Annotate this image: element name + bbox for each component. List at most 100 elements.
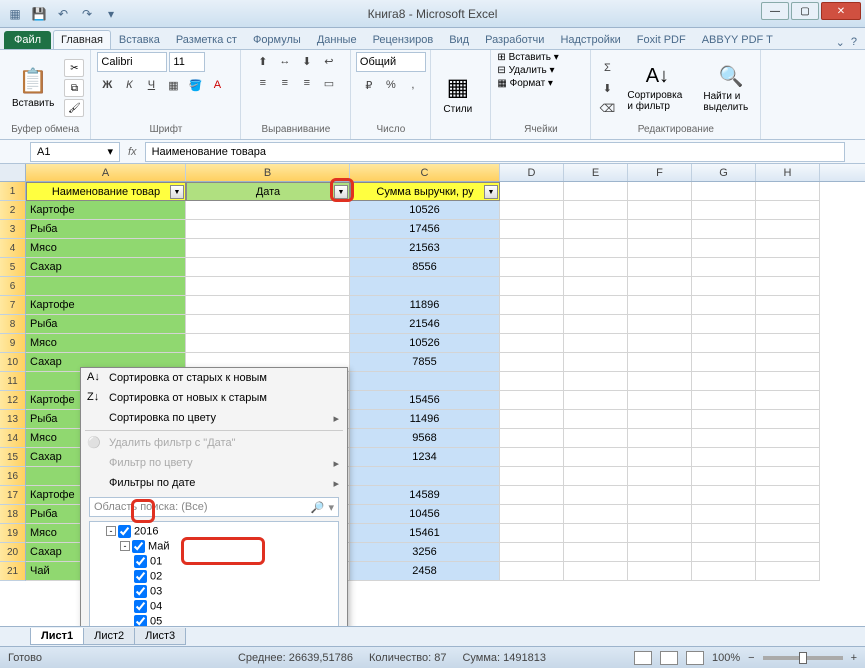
cell[interactable] xyxy=(564,334,628,353)
page-break-view-icon[interactable] xyxy=(686,651,704,665)
cell-c[interactable]: 14589 xyxy=(350,486,500,505)
cell-c[interactable] xyxy=(350,467,500,486)
cell[interactable] xyxy=(756,410,820,429)
save-icon[interactable]: 💾 xyxy=(28,3,50,25)
filter-button-a[interactable]: ▼ xyxy=(170,185,184,199)
cell[interactable] xyxy=(756,353,820,372)
tree-year[interactable]: -2016 xyxy=(92,524,336,539)
cell[interactable] xyxy=(628,524,692,543)
cell-c[interactable]: 15456 xyxy=(350,391,500,410)
wrap-icon[interactable]: ↩ xyxy=(319,52,339,70)
align-middle-icon[interactable]: ↔ xyxy=(275,52,295,70)
day-checkbox[interactable] xyxy=(134,555,147,568)
cell[interactable] xyxy=(500,410,564,429)
cell-c[interactable] xyxy=(350,372,500,391)
column-header-C[interactable]: C xyxy=(350,164,500,181)
fill-color-icon[interactable]: 🪣 xyxy=(185,76,205,94)
cell-a[interactable]: Рыба xyxy=(26,315,186,334)
day-checkbox[interactable] xyxy=(134,600,147,613)
cell[interactable] xyxy=(564,391,628,410)
cell[interactable] xyxy=(756,258,820,277)
cell[interactable] xyxy=(628,448,692,467)
day-checkbox[interactable] xyxy=(134,585,147,598)
cell-b[interactable] xyxy=(186,258,350,277)
tree-day[interactable]: 04 xyxy=(92,599,336,614)
row-header[interactable]: 18 xyxy=(0,505,26,524)
tab-insert[interactable]: Вставка xyxy=(111,30,168,49)
cell-a[interactable]: Сахар xyxy=(26,258,186,277)
zoom-in-icon[interactable]: + xyxy=(851,652,857,664)
tree-day[interactable]: 01 xyxy=(92,554,336,569)
cell[interactable] xyxy=(500,239,564,258)
cell-b[interactable] xyxy=(186,296,350,315)
cell[interactable] xyxy=(500,315,564,334)
cell[interactable] xyxy=(756,524,820,543)
tab-foxit[interactable]: Foxit PDF xyxy=(629,30,694,49)
cell[interactable] xyxy=(500,258,564,277)
fx-icon[interactable]: fx xyxy=(128,146,137,158)
cell[interactable] xyxy=(692,429,756,448)
cell[interactable] xyxy=(692,467,756,486)
cell[interactable] xyxy=(628,562,692,581)
date-filters[interactable]: Фильтры по дате▸ xyxy=(81,473,347,493)
cell-a[interactable]: Рыба xyxy=(26,220,186,239)
cell[interactable] xyxy=(692,562,756,581)
filter-button-b[interactable]: ▼ xyxy=(334,185,348,199)
font-size-combo[interactable] xyxy=(169,52,205,72)
cell[interactable] xyxy=(756,296,820,315)
clear-icon[interactable]: ⌫ xyxy=(597,99,617,117)
cell[interactable] xyxy=(500,543,564,562)
cell[interactable] xyxy=(500,391,564,410)
cell[interactable] xyxy=(692,334,756,353)
page-layout-view-icon[interactable] xyxy=(660,651,678,665)
cell[interactable] xyxy=(500,334,564,353)
row-header[interactable]: 19 xyxy=(0,524,26,543)
cell[interactable] xyxy=(628,182,692,201)
cell[interactable] xyxy=(500,296,564,315)
cut-icon[interactable]: ✂ xyxy=(64,59,84,77)
cell[interactable] xyxy=(500,524,564,543)
cell[interactable] xyxy=(756,391,820,410)
file-tab[interactable]: Файл xyxy=(4,31,51,49)
cell-c[interactable]: 17456 xyxy=(350,220,500,239)
copy-icon[interactable]: ⧉ xyxy=(64,79,84,97)
cell[interactable] xyxy=(564,562,628,581)
cell[interactable] xyxy=(756,372,820,391)
cell[interactable] xyxy=(564,429,628,448)
tab-addins[interactable]: Надстройки xyxy=(552,30,628,49)
row-header[interactable]: 11 xyxy=(0,372,26,391)
cell[interactable] xyxy=(628,486,692,505)
cell[interactable] xyxy=(756,239,820,258)
cell[interactable] xyxy=(756,486,820,505)
cell-c[interactable]: 10456 xyxy=(350,505,500,524)
cell[interactable] xyxy=(756,562,820,581)
italic-icon[interactable]: К xyxy=(119,76,139,94)
year-checkbox[interactable] xyxy=(118,525,131,538)
day-checkbox[interactable] xyxy=(134,615,147,626)
qat-more-icon[interactable]: ▾ xyxy=(100,3,122,25)
cell-c[interactable]: 10526 xyxy=(350,334,500,353)
cell-c[interactable]: 21546 xyxy=(350,315,500,334)
dropdown-icon[interactable]: ▾ xyxy=(328,501,334,514)
column-header-B[interactable]: B xyxy=(186,164,350,181)
align-center-icon[interactable]: ≡ xyxy=(275,74,295,92)
sheet-tab-3[interactable]: Лист3 xyxy=(134,628,186,645)
redo-icon[interactable]: ↷ xyxy=(76,3,98,25)
cell[interactable] xyxy=(564,467,628,486)
row-header[interactable]: 1 xyxy=(0,182,26,201)
column-header-H[interactable]: H xyxy=(756,164,820,181)
day-checkbox[interactable] xyxy=(134,570,147,583)
column-header-A[interactable]: A xyxy=(26,164,186,181)
format-cells-button[interactable]: ▦ Формат ▾ xyxy=(497,78,553,89)
row-header[interactable]: 13 xyxy=(0,410,26,429)
cell-b[interactable] xyxy=(186,239,350,258)
cell-c[interactable] xyxy=(350,277,500,296)
sort-filter-button[interactable]: A↓ Сортировка и фильтр xyxy=(621,63,693,114)
cell[interactable] xyxy=(564,410,628,429)
cell[interactable] xyxy=(756,448,820,467)
cell[interactable] xyxy=(692,258,756,277)
row-header[interactable]: 7 xyxy=(0,296,26,315)
cell[interactable] xyxy=(692,391,756,410)
cell[interactable] xyxy=(692,315,756,334)
cell[interactable] xyxy=(500,182,564,201)
